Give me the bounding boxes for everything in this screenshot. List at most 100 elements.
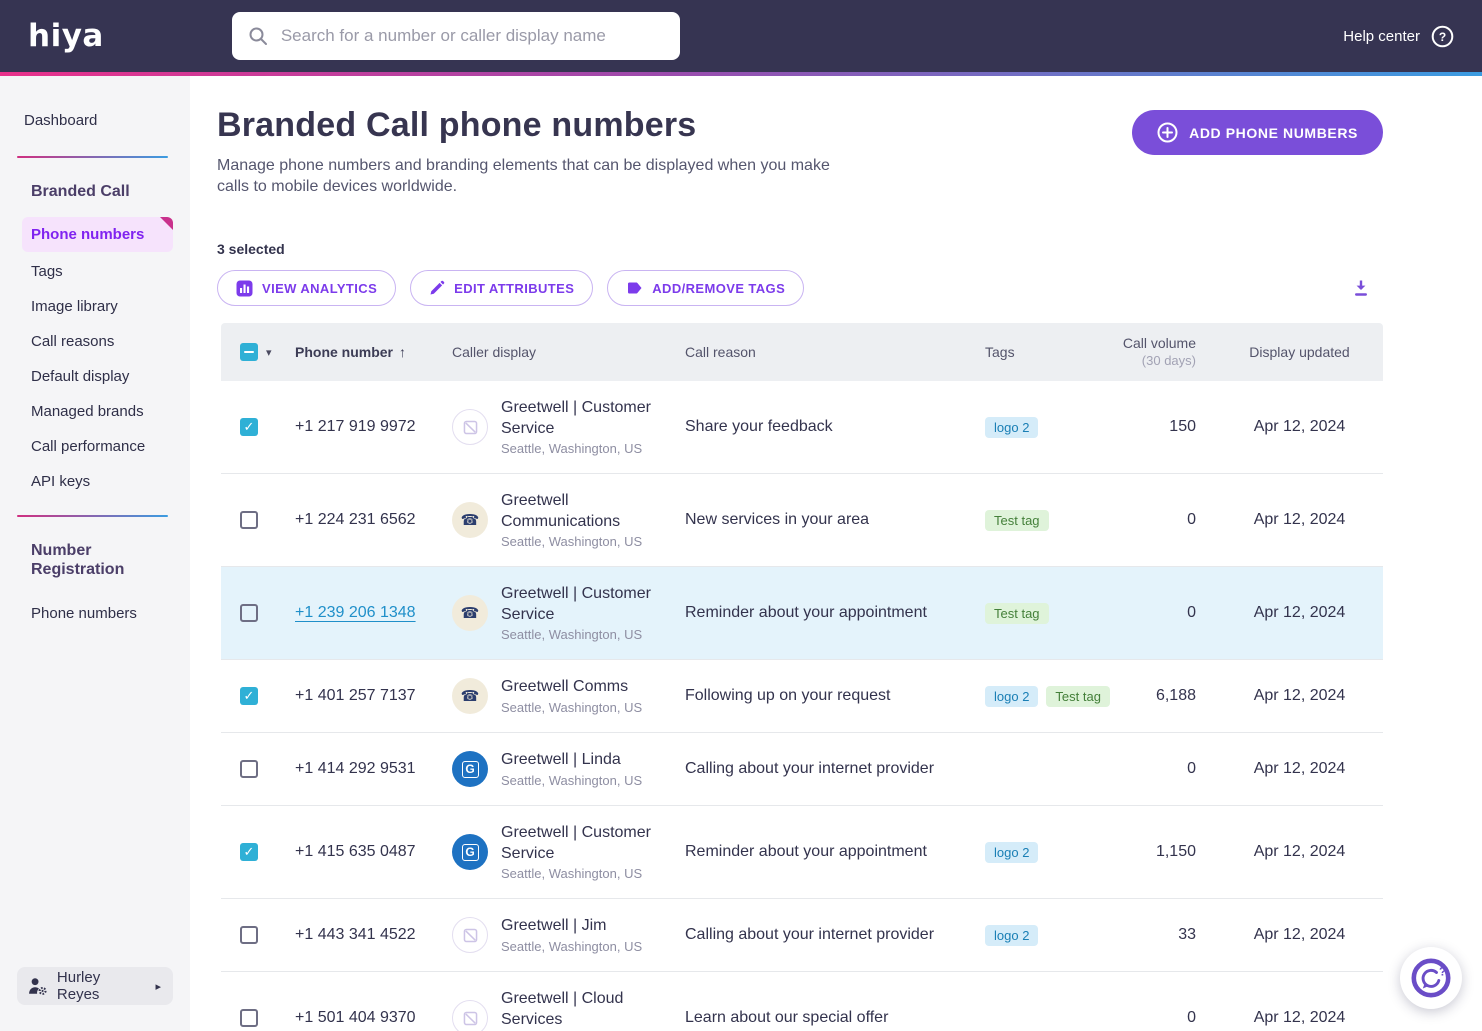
display-updated-cell: Apr 12, 2024 [1253, 418, 1346, 436]
search-bar[interactable] [231, 12, 680, 60]
sort-ascending-icon: ↑ [399, 344, 407, 361]
letter-avatar: G [452, 834, 488, 871]
image-placeholder-avatar [452, 409, 488, 446]
search-input[interactable] [280, 26, 664, 46]
display-updated-cell: Apr 12, 2024 [1253, 843, 1346, 861]
chevron-down-icon[interactable]: ▾ [266, 346, 272, 359]
hiya-logo: hiya [28, 18, 104, 54]
select-all-checkbox[interactable] [240, 343, 258, 362]
caller-location: Seattle, Washington, US [501, 866, 643, 882]
caller-name-block: Greetwell Communications Seattle, Washing… [501, 491, 675, 549]
tag-badge: Test tag [985, 509, 1049, 531]
view-analytics-button[interactable]: VIEW ANALYTICS [217, 270, 397, 307]
table-row: ✓ +1 401 257 7137 ☎ Greetwell Comms Seattle,… [221, 660, 1383, 734]
row-select-cell: ✓ [221, 687, 295, 706]
phone-number-cell: +1 501 404 9370 [295, 1009, 452, 1027]
phone-number-cell[interactable]: +1 239 206 1348 [295, 604, 452, 622]
sidebar-item-image-library[interactable]: Image library [0, 289, 190, 324]
add-phone-numbers-button[interactable]: ADD PHONE NUMBERS [1132, 110, 1383, 155]
row-checkbox[interactable]: ✓ [240, 843, 258, 862]
row-checkbox[interactable] [240, 511, 258, 530]
table-row: ✓ +1 415 635 0487 G Greetwell | Customer Se… [221, 806, 1383, 900]
call-volume-cell: 150 [1169, 418, 1196, 436]
page-subtitle: Manage phone numbers and branding elemen… [217, 157, 830, 196]
selection-count: 3 selected [217, 241, 285, 258]
download-icon[interactable] [1351, 278, 1371, 298]
table-row: +1 414 292 9531 G Greetwell | Linda Seattle… [221, 733, 1383, 807]
add-remove-tags-label: ADD/REMOVE TAGS [652, 280, 786, 296]
call-volume-cell: 0 [1187, 511, 1196, 529]
caller-display-cell: G Greetwell | Linda Seattle, Washington, U… [452, 750, 685, 788]
column-header-call-reason[interactable]: Call reason [685, 344, 985, 360]
phone-number-cell: +1 414 292 9531 [295, 760, 452, 778]
help-chat-fab[interactable]: ? [1400, 947, 1462, 1009]
phone-number-cell: +1 401 257 7137 [295, 687, 452, 705]
top-navbar: hiya Help center ? [0, 0, 1482, 72]
avatar-letter: G [461, 760, 479, 778]
sidebar-item-dashboard[interactable]: Dashboard [0, 112, 190, 129]
svg-text:?: ? [1439, 965, 1446, 979]
help-center-link[interactable]: Help center ? [1343, 25, 1454, 48]
plus-circle-icon [1157, 122, 1178, 143]
sidebar-divider [17, 156, 168, 158]
sidebar-item-managed-brands[interactable]: Managed brands [0, 394, 190, 429]
display-updated-cell: Apr 12, 2024 [1253, 926, 1346, 944]
sidebar-item-phone-numbers[interactable]: Phone numbers [0, 596, 190, 631]
view-analytics-label: VIEW ANALYTICS [262, 280, 378, 296]
brand-logo-avatar: ☎ [452, 502, 488, 539]
sidebar-item-phone-numbers[interactable]: Phone numbers [22, 217, 173, 253]
call-reason-cell: Share your feedback [685, 417, 833, 435]
caller-location: Seattle, Washington, US [501, 699, 643, 715]
add-phone-numbers-label: ADD PHONE NUMBERS [1189, 124, 1358, 141]
sidebar-item-tags[interactable]: Tags [0, 254, 190, 289]
caller-name-block: Greetwell | Linda Seattle, Washington, US [501, 750, 642, 787]
sidebar-item-api-keys[interactable]: API keys [0, 464, 190, 499]
image-placeholder-avatar [452, 1000, 488, 1031]
search-icon [249, 27, 267, 45]
sidebar-item-default-display[interactable]: Default display [0, 359, 190, 394]
chevron-right-icon: ▸ [155, 980, 161, 993]
table-row: ✓ +1 217 919 9972 Greetwell | Customer Ser… [221, 381, 1383, 475]
caller-name-block: Greetwell | Customer Service Seattle, Was… [501, 584, 675, 642]
display-updated-cell: Apr 12, 2024 [1253, 511, 1346, 529]
column-header-call-volume[interactable]: Call volume (30 days) [1120, 335, 1216, 369]
table-row: +1 224 231 6562 ☎ Greetwell Communications… [221, 474, 1383, 568]
call-volume-cell: 33 [1178, 926, 1196, 944]
call-volume-cell: 6,188 [1155, 687, 1196, 705]
phone-number-cell: +1 443 341 4522 [295, 926, 452, 944]
table-row: +1 443 341 4522 Greetwell | Jim Seattle, W… [221, 899, 1383, 973]
caller-display-cell: ☎ Greetwell Communications Seattle, Washin… [452, 491, 685, 549]
phone-number-cell: +1 415 635 0487 [295, 843, 452, 861]
column-header-caller-display[interactable]: Caller display [452, 344, 685, 360]
add-remove-tags-button[interactable]: ADD/REMOVE TAGS [607, 270, 805, 307]
sidebar-item-call-performance[interactable]: Call performance [0, 429, 190, 464]
display-updated-cell: Apr 12, 2024 [1253, 604, 1346, 622]
row-checkbox[interactable] [240, 604, 258, 623]
tags-cell: logo 2 [985, 924, 1120, 946]
edit-attributes-button[interactable]: EDIT ATTRIBUTES [410, 270, 594, 307]
phone-number-link[interactable]: +1 239 206 1348 [295, 604, 416, 621]
phone-number-text: +1 401 257 7137 [295, 687, 416, 705]
user-settings-icon [29, 978, 47, 995]
column-header-phone-number[interactable]: Phone number ↑ [295, 344, 452, 360]
column-header-display-updated[interactable]: Display updated [1216, 344, 1383, 360]
row-checkbox[interactable]: ✓ [240, 687, 258, 706]
caller-name-block: Greetwell | Customer Service Seattle, Was… [501, 823, 675, 881]
sidebar-item-call-reasons[interactable]: Call reasons [0, 324, 190, 359]
column-header-tags[interactable]: Tags [985, 344, 1120, 360]
user-name: Hurley Reyes [56, 969, 101, 1003]
user-menu[interactable]: Hurley Reyes ▸ [17, 967, 173, 1005]
row-checkbox[interactable] [240, 926, 258, 945]
caller-display-cell: G Greetwell | Customer Service Seattle, Wa… [452, 823, 685, 881]
phone-number-cell: +1 217 919 9972 [295, 418, 452, 436]
caller-display-cell: Greetwell | Customer Service Seattle, Was… [452, 398, 685, 456]
tag-icon [628, 282, 642, 294]
table-row: +1 239 206 1348 ☎ Greetwell | Customer Ser… [221, 567, 1383, 661]
chat-help-icon: ? [1411, 958, 1451, 998]
row-checkbox[interactable] [240, 760, 258, 779]
row-checkbox[interactable]: ✓ [240, 418, 258, 437]
brand-logo-avatar: ☎ [452, 595, 488, 632]
row-checkbox[interactable] [240, 1009, 258, 1028]
